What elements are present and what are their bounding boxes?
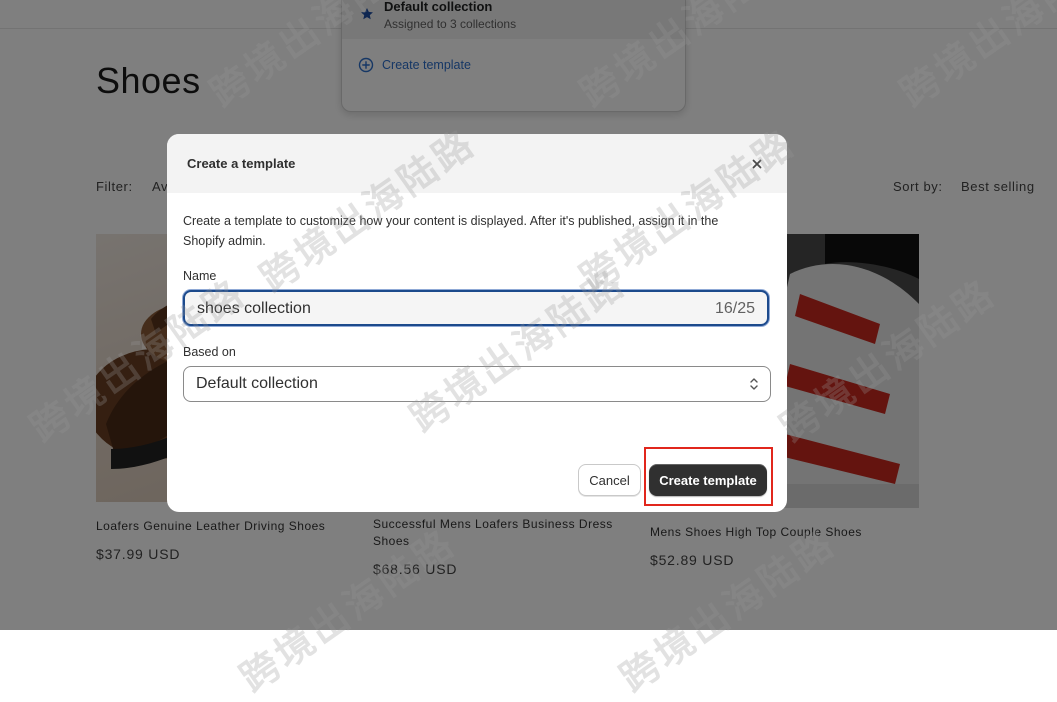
modal-title: Create a template — [187, 156, 296, 171]
close-icon[interactable] — [747, 154, 767, 174]
name-input[interactable]: shoes collection 16/25 — [183, 290, 769, 326]
name-input-value: shoes collection — [197, 300, 311, 317]
annotation-highlight-box — [644, 447, 773, 506]
character-counter: 16/25 — [714, 300, 755, 317]
cancel-button[interactable]: Cancel — [578, 464, 641, 496]
name-field-label: Name — [183, 269, 217, 283]
modal-description: Create a template to customize how your … — [183, 214, 719, 248]
based-on-select-value: Default collection — [196, 375, 318, 392]
based-on-label: Based on — [183, 345, 236, 359]
select-chevron-icon — [750, 378, 758, 390]
based-on-select[interactable]: Default collection — [183, 366, 771, 402]
modal-header: Create a template — [167, 134, 787, 193]
